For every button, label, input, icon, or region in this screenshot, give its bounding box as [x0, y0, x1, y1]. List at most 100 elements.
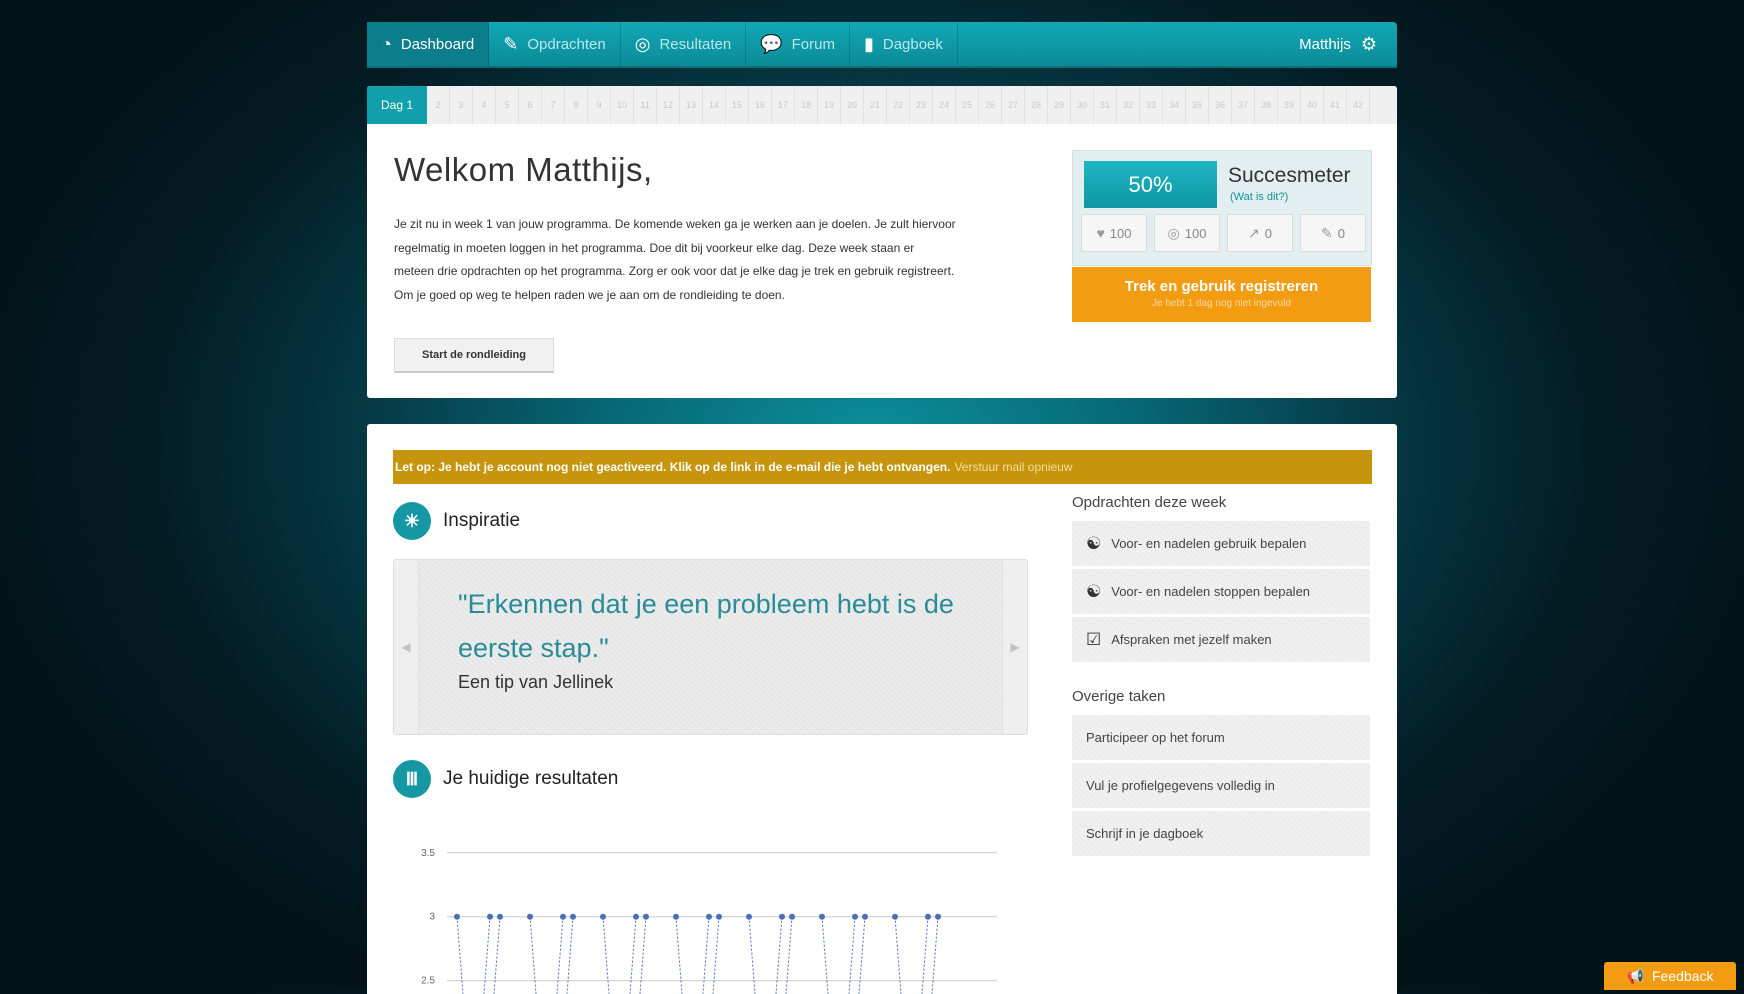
nav-forum[interactable]: 💬 Forum	[746, 22, 850, 66]
nav-dashboard-label: Dashboard	[400, 35, 475, 53]
nav-resultaten[interactable]: ◎ Resultaten	[621, 22, 747, 66]
day-tab[interactable]: 30	[1071, 86, 1095, 124]
day-tab[interactable]: 22	[887, 86, 911, 124]
carousel-prev-button[interactable]: ◀	[394, 560, 419, 734]
day-tab[interactable]: 35	[1186, 86, 1210, 124]
top-nav: ◔ Dashboard ✎ Opdrachten ◎ Resultaten 💬 …	[367, 22, 1397, 66]
task-item[interactable]: Schrijf in je dagboek	[1072, 811, 1370, 856]
succesmeter-panel: 50% Succesmeter (Wat is dit?) ♥ 100 ◎ 10…	[1072, 150, 1372, 266]
series-line	[493, 916, 501, 994]
day-tab[interactable]: 23	[910, 86, 934, 124]
day-tab[interactable]: 18	[795, 86, 819, 124]
nav-dashboard[interactable]: ◔ Dashboard	[367, 22, 490, 66]
intro-line: regelmatig in moeten loggen in het progr…	[394, 240, 915, 255]
trend-icon: ↗	[1248, 224, 1260, 241]
carousel-next-button[interactable]: ▶	[1002, 560, 1027, 734]
data-point	[454, 913, 460, 920]
y-tick-label: 3.5	[421, 848, 435, 859]
checkbox-icon: ☑	[1086, 629, 1102, 649]
inspiratie-title: Inspiratie	[443, 510, 521, 531]
stat-trend: ↗ 0	[1227, 214, 1293, 252]
day-list: 2 3 4 5 6 7 8 9 10 11 12 13 14 15 16 17 18 19 20 21 22 23 24 25…	[427, 86, 1371, 124]
series-line	[639, 916, 647, 994]
series-line	[748, 916, 756, 994]
day-tab[interactable]: 31	[1094, 86, 1118, 124]
opdracht-item[interactable]: ☯ Voor- en nadelen gebruik bepalen	[1072, 521, 1370, 566]
user-menu[interactable]: Matthijs ⚙	[1299, 34, 1397, 55]
day-tab[interactable]: 27	[1002, 86, 1026, 124]
day-tab[interactable]: 3	[450, 86, 474, 124]
book-icon: ▮	[863, 33, 874, 54]
day-tab[interactable]: 2	[427, 86, 451, 124]
day-tab[interactable]: 37	[1232, 86, 1256, 124]
chevron-right-icon: ▶	[1010, 640, 1020, 654]
day-tab[interactable]: 14	[703, 86, 727, 124]
resend-mail-link[interactable]: Verstuur mail opnieuw	[954, 460, 1072, 474]
stat-value: 0	[1337, 225, 1345, 241]
day-tab[interactable]: 24	[933, 86, 957, 124]
day-tab[interactable]: 11	[634, 86, 658, 124]
start-tour-button[interactable]: Start de rondleiding	[394, 338, 554, 373]
day-tab[interactable]: 21	[864, 86, 888, 124]
task-item[interactable]: Participeer op het forum	[1072, 715, 1370, 760]
series-line	[456, 916, 464, 994]
day-tab[interactable]: 5	[496, 86, 520, 124]
day-tab[interactable]: 25	[956, 86, 980, 124]
day-tab[interactable]: 6	[519, 86, 543, 124]
overige-title: Overige taken	[1072, 688, 1166, 705]
day-tab[interactable]: 36	[1209, 86, 1233, 124]
succesmeter-title: Succesmeter	[1228, 164, 1351, 187]
register-craving-button[interactable]: Trek en gebruik registreren Je hebt 1 da…	[1072, 267, 1371, 322]
day-tab[interactable]: 9	[588, 86, 612, 124]
intro-line: meteen drie opdrachten op het programma.…	[394, 264, 955, 278]
day-tab[interactable]: 34	[1163, 86, 1187, 124]
series-line	[775, 916, 783, 994]
target-icon: ◎	[634, 33, 651, 54]
day-tab[interactable]: 12	[657, 86, 681, 124]
stat-pencil: ✎ 0	[1300, 214, 1366, 252]
day-tab[interactable]: 40	[1301, 86, 1325, 124]
day-tab[interactable]: 41	[1324, 86, 1348, 124]
opdrachten-title: Opdrachten deze week	[1072, 494, 1227, 511]
day-tab[interactable]: 29	[1048, 86, 1072, 124]
register-craving-subtitle: Je hebt 1 dag nog niet ingevuld	[1152, 298, 1291, 309]
user-name: Matthijs	[1299, 35, 1351, 53]
task-label: Participeer op het forum	[1086, 730, 1225, 745]
day-tab[interactable]: 33	[1140, 86, 1164, 124]
day-tab[interactable]: 7	[542, 86, 566, 124]
day-tab[interactable]: 10	[611, 86, 635, 124]
day-tab[interactable]: 26	[979, 86, 1003, 124]
opdracht-label: Afspraken met jezelf maken	[1111, 632, 1272, 647]
task-item[interactable]: Vul je profielgegevens volledig in	[1072, 763, 1370, 808]
day-tab[interactable]: 28	[1025, 86, 1049, 124]
day-tab[interactable]: 15	[726, 86, 750, 124]
feedback-button[interactable]: 📢 Feedback	[1604, 962, 1736, 990]
opdrachten-section: Opdrachten deze week ☯ Voor- en nadelen …	[1072, 494, 1370, 859]
nav-opdrachten[interactable]: ✎ Opdrachten	[489, 22, 621, 66]
day-tab[interactable]: 19	[818, 86, 842, 124]
stat-value: 100	[1109, 225, 1132, 241]
nav-dagboek[interactable]: ▮ Dagboek	[850, 22, 958, 66]
day-tab[interactable]: 32	[1117, 86, 1141, 124]
opdracht-item[interactable]: ☯ Voor- en nadelen stoppen bepalen	[1072, 569, 1370, 614]
data-point	[570, 913, 576, 920]
day-tab[interactable]: 16	[749, 86, 773, 124]
day-tab[interactable]: 4	[473, 86, 497, 124]
day-tab[interactable]: 17	[772, 86, 796, 124]
day-tab[interactable]: 20	[841, 86, 865, 124]
what-is-this-link[interactable]: (Wat is dit?)	[1230, 191, 1288, 203]
content-card: Let op: Je hebt je account nog niet geac…	[367, 424, 1397, 994]
day-tab[interactable]: 39	[1278, 86, 1302, 124]
data-point	[706, 913, 712, 920]
data-point	[560, 913, 566, 920]
gear-icon[interactable]: ⚙	[1361, 34, 1377, 55]
series-line	[675, 916, 683, 994]
day-current[interactable]: Dag 1	[367, 86, 428, 124]
day-tab[interactable]: 38	[1255, 86, 1279, 124]
series-line	[602, 916, 610, 994]
nav-resultaten-label: Resultaten	[659, 35, 732, 53]
day-tab[interactable]: 42	[1347, 86, 1371, 124]
opdracht-item[interactable]: ☑ Afspraken met jezelf maken	[1072, 617, 1370, 662]
day-tab[interactable]: 8	[565, 86, 589, 124]
day-tab[interactable]: 13	[680, 86, 704, 124]
